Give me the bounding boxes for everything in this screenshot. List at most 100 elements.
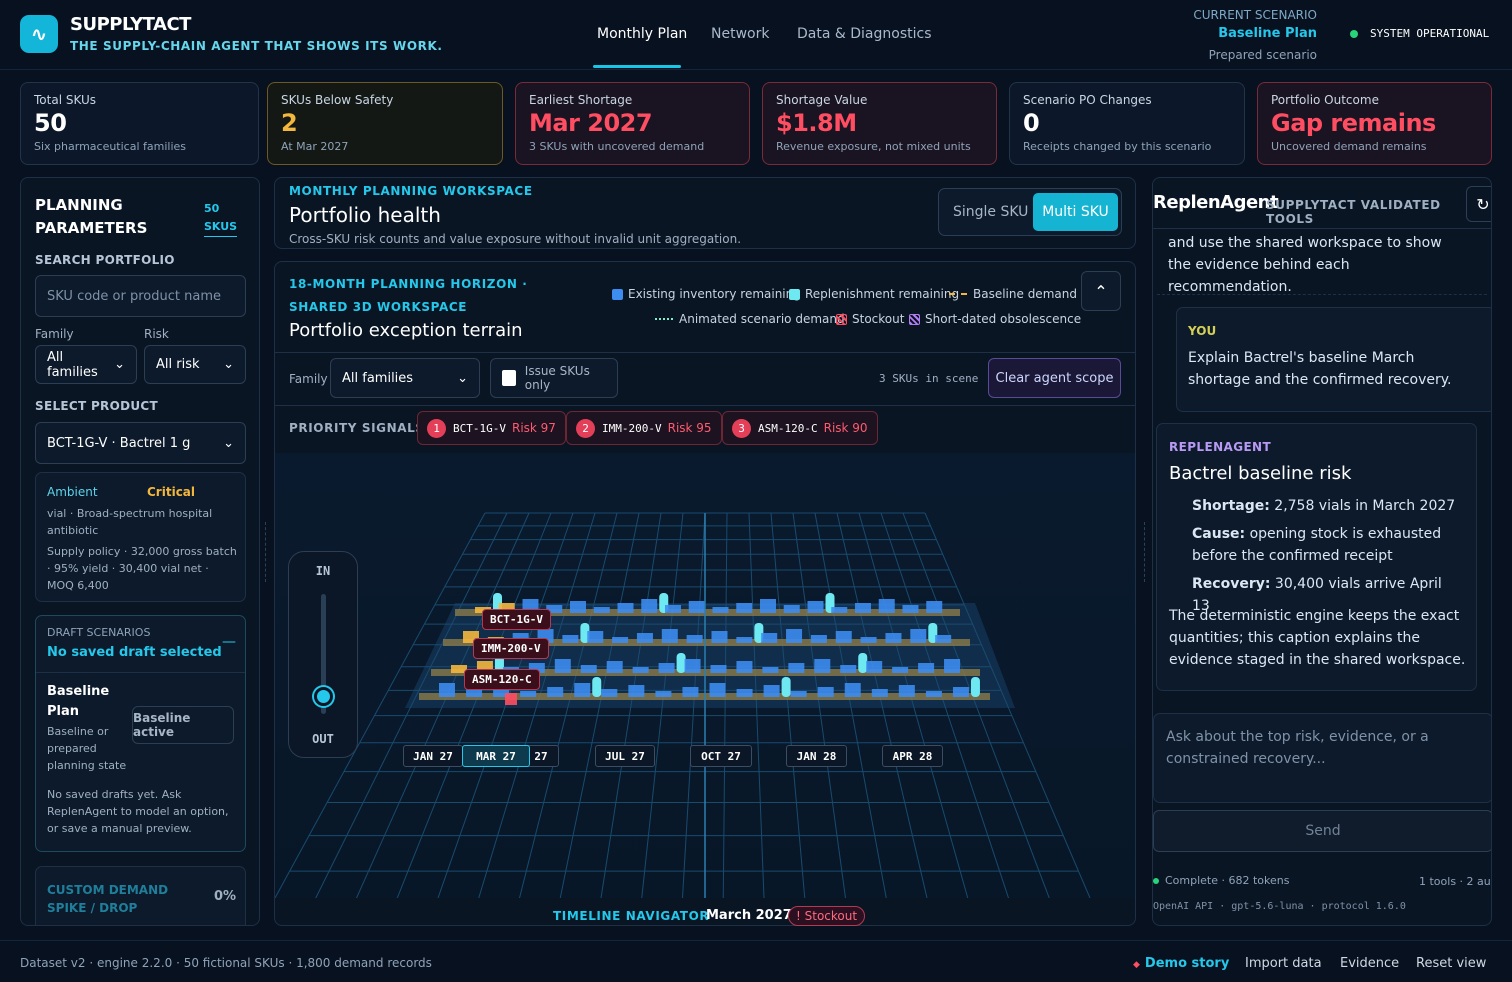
inventory-bar (871, 689, 888, 697)
risk-select[interactable]: All risk ⌄ (144, 345, 246, 384)
priority-signal-3[interactable]: 3 ASM-120-C Risk 90 (722, 411, 878, 445)
workspace-subtitle: Cross-SKU risk counts and value exposure… (289, 232, 742, 246)
left-resize-handle[interactable] (265, 522, 269, 582)
clear-agent-scope-button[interactable]: Clear agent scope (988, 358, 1121, 398)
evidence-link[interactable]: Evidence (1340, 956, 1399, 971)
tick-jan-28[interactable]: JAN 28 (786, 745, 847, 767)
collapse-icon[interactable]: — (222, 634, 236, 650)
inventory-bar (786, 629, 803, 643)
row-label-imm[interactable]: IMM-200-V (473, 638, 549, 659)
drafts-note: No saved drafts yet. Ask ReplenAgent to … (47, 788, 229, 835)
collapse-terrain-button[interactable]: ⌃ (1081, 271, 1121, 311)
baseline-active-button[interactable]: Baseline active (132, 706, 234, 744)
demand-spike-card[interactable]: CUSTOM DEMAND SPIKE / DROP 0% (35, 866, 246, 925)
zoom-handle[interactable] (314, 687, 333, 706)
terrain-family-select[interactable]: All families ⌄ (330, 358, 480, 398)
issue-skus-toggle[interactable]: Issue SKUs only (490, 358, 618, 398)
priority-signal-2[interactable]: 2 IMM-200-V Risk 95 (566, 411, 722, 445)
panel-title: PLANNING PARAMETERS (35, 196, 148, 237)
inventory-bar (520, 691, 537, 697)
inventory-bar (860, 637, 877, 643)
tab-network[interactable]: Network (711, 26, 769, 42)
inventory-bar (840, 665, 857, 673)
divider (275, 405, 1135, 406)
kpi-value: $1.8M (776, 109, 857, 137)
inventory-bar (855, 603, 871, 613)
kpi-value: Mar 2027 (529, 109, 653, 137)
chevron-down-icon: ⌄ (114, 357, 125, 372)
legend-scenario-demand: Animated scenario demand (655, 312, 845, 326)
workspace-title: Portfolio health (289, 203, 441, 227)
signal-sku: BCT-1G-V (453, 421, 506, 435)
search-input[interactable]: SKU code or product name (35, 275, 246, 317)
status-dot-icon (1153, 878, 1159, 884)
product-select[interactable]: BCT-1G-V · Bactrel 1 g ⌄ (35, 422, 246, 464)
sku-count-unit: SKUS (204, 220, 238, 233)
row-label-asm[interactable]: ASM-120-C (464, 669, 540, 690)
kpi-label: Shortage Value (776, 93, 868, 107)
baseline-title: Baseline Plan (47, 684, 110, 719)
replen-agent-panel: ReplenAgent SUPPLYTACT VALIDATED TOOLS ↻… (1152, 177, 1492, 926)
inventory-bar (831, 607, 848, 613)
inventory-bar (736, 603, 753, 613)
demo-story-link[interactable]: ◆ Demo story (1133, 956, 1229, 971)
send-button[interactable]: Send (1153, 810, 1491, 852)
family-select-value: All families (47, 349, 98, 380)
inventory-bar (807, 601, 824, 613)
legend-swatch (612, 288, 623, 300)
legend-baseline-demand: Baseline demand (949, 287, 1077, 301)
signal-rank: 1 (427, 418, 446, 438)
kpi-label: SKUs Below Safety (281, 93, 394, 107)
tick-jul-27[interactable]: JUL 27 (595, 745, 655, 767)
kpi-value: Gap remains (1271, 109, 1436, 137)
tab-data-diagnostics[interactable]: Data & Diagnostics (797, 26, 931, 42)
tick-jan-27[interactable]: JAN 27 (403, 745, 463, 767)
import-data-link[interactable]: Import data (1245, 956, 1322, 971)
scenario-name[interactable]: Baseline Plan (1218, 26, 1317, 41)
multi-sku-button[interactable]: Multi SKU (1033, 193, 1118, 231)
refresh-icon[interactable]: ↻ (1466, 186, 1491, 222)
tick-mar-27[interactable]: MAR 27 (462, 745, 530, 767)
signal-risk: Risk 97 (511, 421, 556, 435)
demand-spike-label: CUSTOM DEMAND SPIKE / DROP (47, 883, 169, 915)
bullet-key: Shortage: (1192, 498, 1270, 514)
priority-signal-1[interactable]: 1 BCT-1G-V Risk 97 (417, 411, 566, 445)
zoom-control: IN OUT (288, 551, 358, 758)
row-label-bct[interactable]: BCT-1G-V (482, 609, 551, 630)
divider (1153, 228, 1491, 229)
tick-apr-28[interactable]: APR 28 (882, 745, 943, 767)
kpi-value: 0 (1023, 109, 1040, 137)
user-message: YOU Explain Bactrel's baseline March sho… (1176, 307, 1491, 412)
inventory-bar (711, 631, 728, 643)
tick-oct-27[interactable]: OCT 27 (690, 745, 752, 767)
baseline-desc: Baseline or prepared planning state (47, 725, 127, 772)
chevron-down-icon: ⌄ (457, 370, 468, 386)
signal-risk: Risk 90 (823, 421, 868, 435)
reset-view-link[interactable]: Reset view (1416, 956, 1486, 971)
agent-reply: REPLENAGENT Bactrel baseline risk Shorta… (1156, 423, 1477, 691)
drafts-label: DRAFT SCENARIOS (47, 626, 151, 639)
inventory-bar (562, 635, 579, 643)
single-sku-button[interactable]: Single SKU (953, 204, 1028, 220)
zoom-out-label[interactable]: OUT (289, 732, 357, 746)
agent-input[interactable]: Ask about the top risk, evidence, or a c… (1153, 713, 1491, 803)
terrain-3d-scene[interactable] (275, 453, 1135, 898)
signal-rank: 2 (576, 418, 595, 438)
checkbox[interactable] (502, 370, 516, 386)
inventory-bar (574, 683, 591, 697)
inventory-bar (686, 635, 703, 643)
legend-swatch (909, 313, 920, 325)
divider (36, 672, 245, 673)
zoom-in-label[interactable]: IN (289, 564, 357, 578)
api-info: OpenAI API · gpt-5.6-luna · protocol 1.6… (1153, 901, 1406, 912)
inventory-bar (580, 665, 597, 673)
right-resize-handle[interactable] (1144, 522, 1148, 582)
inventory-bar (944, 659, 961, 673)
inventory-bar (885, 633, 902, 643)
agent-status: Complete · 682 tokens (1153, 874, 1290, 887)
tab-monthly-plan[interactable]: Monthly Plan (597, 26, 687, 42)
inventory-bar (665, 605, 681, 613)
replenishment-bar (781, 677, 791, 697)
kpi-sub: Six pharmaceutical families (34, 140, 187, 153)
family-select[interactable]: All families ⌄ (35, 345, 137, 384)
